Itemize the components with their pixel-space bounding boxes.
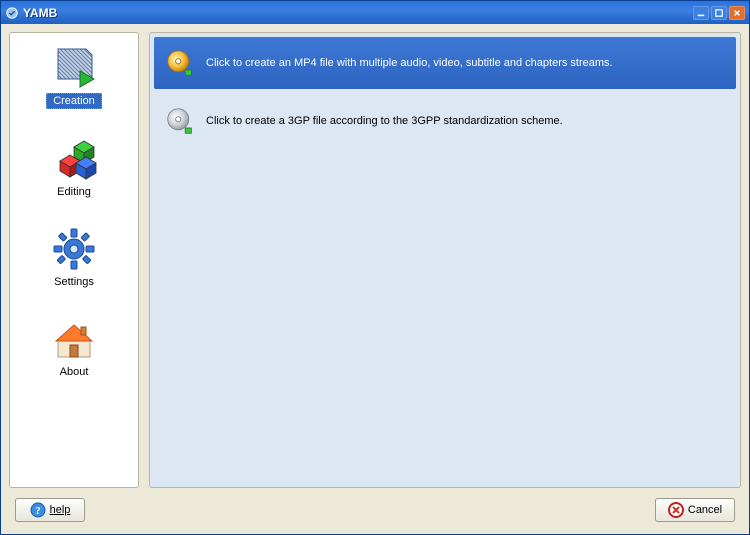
- sidebar-item-editing[interactable]: Editing: [14, 131, 134, 203]
- window-title: YAMB: [23, 6, 693, 20]
- creation-icon: [50, 43, 98, 91]
- option-create-mp4[interactable]: Click to create an MP4 file with multipl…: [154, 37, 736, 89]
- gear-icon: [50, 225, 98, 273]
- client-area: Creation: [1, 24, 749, 534]
- titlebar: YAMB: [1, 1, 749, 24]
- titlebar-buttons: [693, 6, 745, 20]
- disc-silver-icon: [164, 105, 196, 137]
- house-icon: [50, 315, 98, 363]
- sidebar-item-label: Creation: [46, 93, 102, 109]
- sidebar-item-label: Editing: [51, 185, 97, 199]
- app-window: YAMB: [0, 0, 750, 535]
- svg-text:?: ?: [35, 505, 41, 517]
- maximize-button[interactable]: [711, 6, 727, 20]
- bottom-bar: ? help Cancel: [9, 488, 741, 528]
- disc-gold-icon: [164, 47, 196, 79]
- option-label: Click to create a 3GP file according to …: [206, 115, 563, 127]
- help-icon: ?: [30, 502, 46, 518]
- cancel-button-label: Cancel: [688, 504, 722, 516]
- minimize-button[interactable]: [693, 6, 709, 20]
- sidebar-item-about[interactable]: About: [14, 311, 134, 383]
- main-area: Creation: [9, 32, 741, 488]
- sidebar-item-creation[interactable]: Creation: [14, 39, 134, 113]
- close-button[interactable]: [729, 6, 745, 20]
- cancel-button[interactable]: Cancel: [655, 498, 735, 522]
- content-panel: Click to create an MP4 file with multipl…: [149, 32, 741, 488]
- app-icon: [5, 6, 19, 20]
- sidebar-item-settings[interactable]: Settings: [14, 221, 134, 293]
- help-button[interactable]: ? help: [15, 498, 85, 522]
- cubes-icon: [50, 135, 98, 183]
- help-button-label: help: [50, 504, 71, 516]
- sidebar: Creation: [9, 32, 139, 488]
- cancel-icon: [668, 502, 684, 518]
- sidebar-item-label: Settings: [48, 275, 100, 289]
- sidebar-item-label: About: [54, 365, 95, 379]
- option-label: Click to create an MP4 file with multipl…: [206, 57, 613, 69]
- option-create-3gp[interactable]: Click to create a 3GP file according to …: [154, 95, 736, 147]
